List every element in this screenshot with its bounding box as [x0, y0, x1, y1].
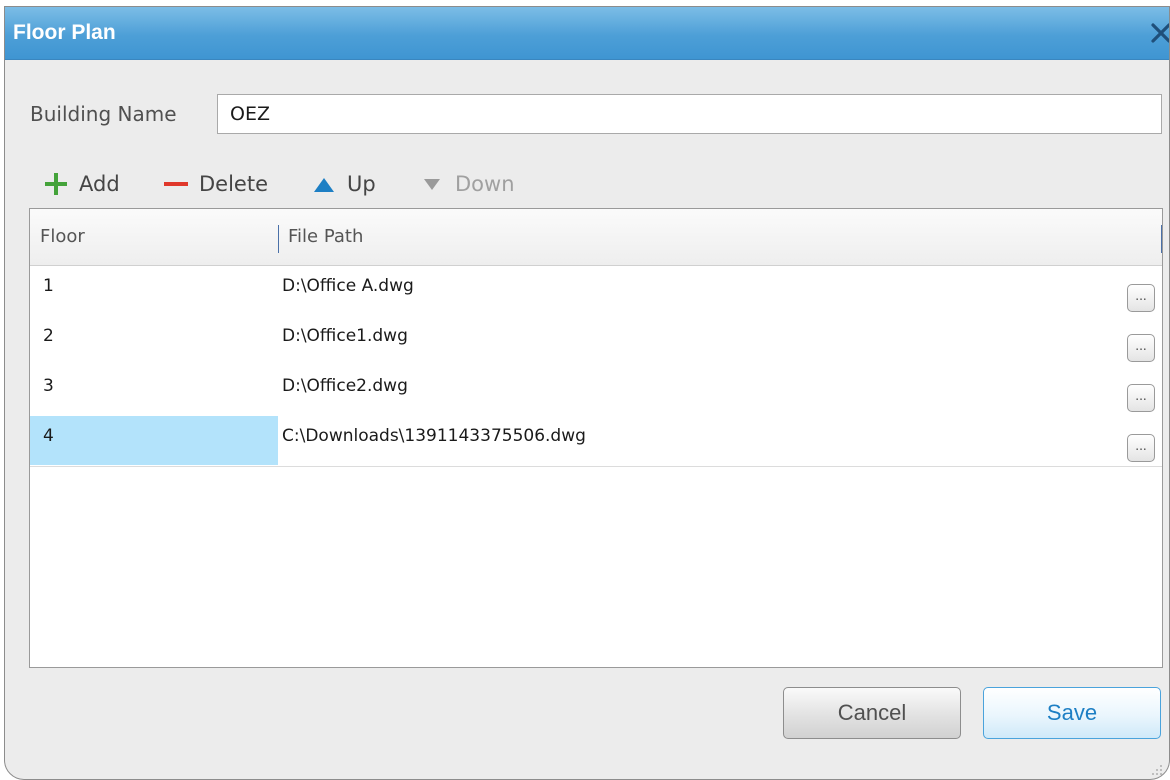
table-row-selected[interactable]: 4 C:\Downloads\1391143375506.dwg ... [30, 416, 1162, 467]
floor-cell[interactable]: 4 [30, 416, 278, 465]
table-row[interactable]: 2 D:\Office1.dwg ... [30, 316, 1162, 367]
floor-cell[interactable]: 3 [30, 366, 278, 415]
down-button[interactable]: Down [419, 164, 515, 204]
table-row[interactable]: 1 D:\Office A.dwg ... [30, 266, 1162, 317]
file-path-cell[interactable]: C:\Downloads\1391143375506.dwg [282, 416, 586, 456]
building-name-label: Building Name [30, 102, 177, 126]
file-path-cell[interactable]: D:\Office A.dwg [282, 266, 414, 306]
minus-icon [163, 171, 189, 197]
file-path-cell[interactable]: D:\Office2.dwg [282, 366, 408, 406]
building-name-input[interactable]: OEZ [217, 94, 1162, 134]
floor-cell[interactable]: 1 [30, 266, 278, 315]
column-divider[interactable] [1161, 225, 1162, 253]
triangle-up-icon [311, 171, 337, 197]
add-label: Add [79, 172, 120, 196]
browse-button[interactable]: ... [1127, 384, 1155, 412]
save-button[interactable]: Save [983, 687, 1161, 739]
resize-grip-icon[interactable] [1151, 761, 1163, 775]
up-label: Up [347, 172, 376, 196]
delete-label: Delete [199, 172, 268, 196]
floor-plan-dialog: Floor Plan Building Name OEZ Add Delete … [4, 6, 1170, 780]
dialog-title: Floor Plan [13, 21, 116, 44]
delete-button[interactable]: Delete [163, 164, 268, 204]
browse-button[interactable]: ... [1127, 284, 1155, 312]
title-bar[interactable]: Floor Plan [5, 7, 1169, 60]
add-button[interactable]: Add [43, 164, 120, 204]
triangle-down-icon [419, 171, 445, 197]
file-path-cell[interactable]: D:\Office1.dwg [282, 316, 408, 356]
table-row[interactable]: 3 D:\Office2.dwg ... [30, 366, 1162, 417]
up-button[interactable]: Up [311, 164, 376, 204]
plus-icon [43, 171, 69, 197]
column-header-floor[interactable]: Floor [40, 209, 85, 265]
down-label: Down [455, 172, 515, 196]
table-header: Floor File Path [30, 209, 1162, 266]
cancel-button[interactable]: Cancel [783, 687, 961, 739]
floor-table: Floor File Path 1 D:\Office A.dwg ... 2 … [29, 208, 1163, 668]
close-icon[interactable] [1147, 19, 1169, 47]
column-divider[interactable] [278, 225, 279, 253]
browse-button[interactable]: ... [1127, 434, 1155, 462]
browse-button[interactable]: ... [1127, 334, 1155, 362]
column-header-file-path[interactable]: File Path [288, 209, 363, 265]
floor-cell[interactable]: 2 [30, 316, 278, 365]
